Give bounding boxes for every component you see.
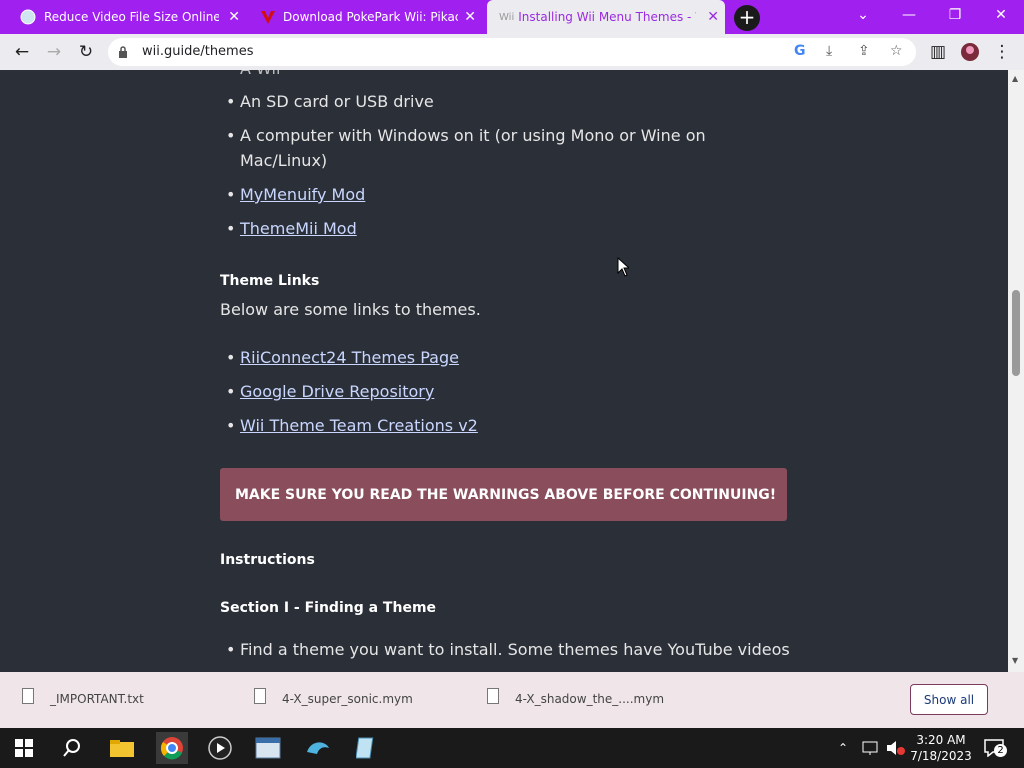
close-window-button[interactable]: ✕ [978,0,1024,30]
new-tab-button[interactable]: + [734,5,760,31]
wii-logo-icon: Wii [499,11,515,23]
url-text: wii.guide/themes [142,44,254,59]
download-bar: _IMPORTANT.txt 4-X_super_sonic.mym 4-X_s… [0,672,1024,728]
download-filename: 4-X_super_sonic.mym [282,692,413,706]
notepad-icon[interactable] [350,732,382,764]
show-hidden-icons[interactable]: ⌃ [838,728,848,768]
forward-button[interactable]: → [42,41,66,63]
scroll-up-icon[interactable]: ▲ [1012,74,1018,83]
clock-time: 3:20 AM [916,733,966,747]
windows-start-icon[interactable] [8,732,40,764]
theme-links-intro: Below are some links to themes. [220,300,481,319]
network-icon[interactable] [862,728,880,768]
download-filename: 4-X_shadow_the_....mym [515,692,665,706]
list-item: An SD card or USB drive [226,89,434,114]
scroll-down-icon[interactable]: ▼ [1012,656,1018,665]
reload-button[interactable]: ↻ [74,41,98,63]
scrollbar-thumb[interactable] [1012,290,1020,376]
close-tab-icon[interactable]: ✕ [464,9,476,25]
profile-avatar[interactable] [958,41,982,63]
file-icon [487,688,499,704]
google-icon[interactable]: G [794,43,806,59]
menu-dots-icon[interactable]: ⋮ [990,41,1014,63]
list-item-continuation: Mac/Linux) [240,151,328,170]
side-panel-icon[interactable]: ▥ [926,41,950,63]
windows-taskbar: ⌃ 3:20 AM 7/18/2023 2 [0,728,1024,768]
back-button[interactable]: ← [10,41,34,63]
v-logo-icon [260,9,276,25]
dolphin-icon[interactable] [302,732,334,764]
file-explorer-icon[interactable] [106,732,138,764]
list-item: Find a theme you want to install. Some t… [226,637,790,662]
minimize-button[interactable]: — [886,0,932,30]
mymenuify-link[interactable]: MyMenuify Mod [240,185,365,204]
tab-pokepark[interactable]: Download PokePark Wii: Pikachu ✕ [254,0,482,34]
clock[interactable]: 3:20 AM 7/18/2023 [906,728,976,768]
file-icon [22,688,34,704]
download-item[interactable]: 4-X_super_sonic.mym [254,688,413,706]
share-icon[interactable]: ⇪ [858,43,870,59]
browser-toolbar: ← → ↻ wii.guide/themes G ⤓ ⇪ ☆ ▥ ⋮ [0,34,1024,70]
download-filename: _IMPORTANT.txt [50,692,144,706]
app-window-icon[interactable] [252,732,284,764]
list-item: A computer with Windows on it (or using … [226,123,706,148]
riiconnect24-link[interactable]: RiiConnect24 Themes Page [240,348,459,367]
file-icon [254,688,266,704]
download-item[interactable]: 4-X_shadow_the_....mym [487,688,665,706]
download-item[interactable]: _IMPORTANT.txt [22,688,144,706]
wii-theme-team-link[interactable]: Wii Theme Team Creations v2 [240,416,478,435]
tab-reduce-video[interactable]: Reduce Video File Size Online, M ✕ [10,0,246,34]
mouse-cursor-icon [617,256,631,281]
partial-list-item: A Wii [240,70,280,81]
google-drive-link[interactable]: Google Drive Repository [240,382,434,401]
globe-icon [20,9,36,25]
tab-wii-themes-active[interactable]: Wii Installing Wii Menu Themes - Wi ✕ [487,0,725,34]
close-tab-icon[interactable]: ✕ [228,9,240,25]
page-content: A Wii An SD card or USB drive A computer… [0,70,1008,672]
install-icon[interactable]: ⤓ [826,43,832,59]
theme-links-heading: Theme Links [220,273,320,289]
tab-title: Reduce Video File Size Online, M [44,10,219,24]
chrome-icon[interactable] [156,732,188,764]
search-icon[interactable] [56,732,88,764]
notification-count: 2 [994,744,1007,757]
tab-strip: Reduce Video File Size Online, M ✕ Downl… [0,0,1024,34]
close-tab-icon[interactable]: ✕ [707,9,719,25]
media-player-icon[interactable] [204,732,236,764]
address-bar[interactable]: wii.guide/themes G ⤓ ⇪ ☆ [108,38,916,66]
tab-title: Download PokePark Wii: Pikachu [283,10,458,24]
warning-banner: MAKE SURE YOU READ THE WARNINGS ABOVE BE… [220,468,787,521]
tab-title: Installing Wii Menu Themes - Wi [518,10,697,24]
volume-muted-icon[interactable] [886,728,906,768]
clock-date: 7/18/2023 [910,749,972,763]
tab-search-icon[interactable]: ⌄ [840,0,886,30]
instructions-heading: Instructions [220,552,315,568]
bookmark-star-icon[interactable]: ☆ [890,43,903,59]
notifications-icon[interactable]: 2 [984,728,1007,768]
lock-icon [118,44,128,63]
section-heading: Section I - Finding a Theme [220,600,437,616]
scrollbar[interactable]: ▲ ▼ [1008,70,1024,672]
thememii-link[interactable]: ThemeMii Mod [240,219,357,238]
show-all-button[interactable]: Show all [910,684,988,715]
restore-button[interactable]: ❐ [932,0,978,30]
